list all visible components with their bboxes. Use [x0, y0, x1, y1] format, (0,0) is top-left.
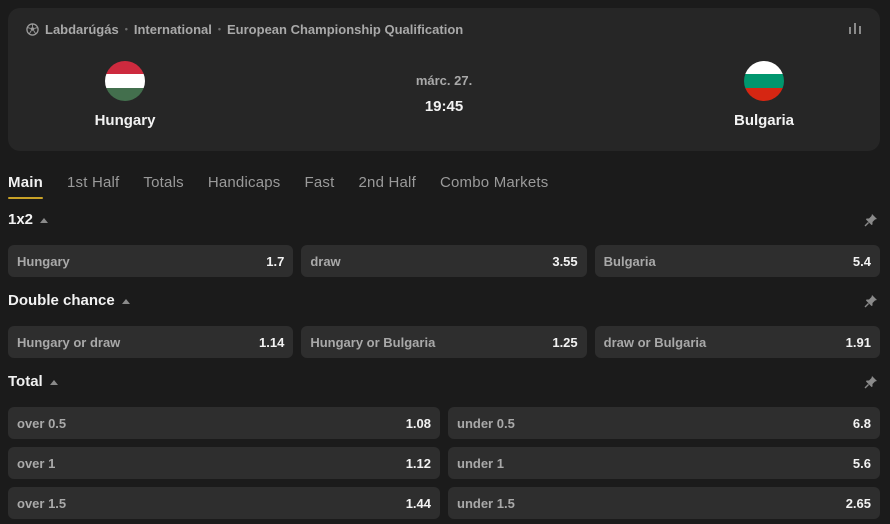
market-title: Double chance [8, 292, 115, 309]
odd-button[interactable]: under 0.5 6.8 [448, 407, 880, 439]
odd-button[interactable]: draw 3.55 [301, 245, 587, 277]
odd-button[interactable]: over 0.5 1.08 [8, 407, 440, 439]
match-datetime: márc. 27. 19:45 [384, 73, 504, 115]
odd-button[interactable]: under 1.5 2.65 [448, 487, 880, 519]
odd-label: under 1.5 [457, 495, 515, 511]
odd-value: 1.7 [266, 253, 285, 269]
odd-value: 1.12 [405, 455, 431, 471]
pin-icon[interactable] [864, 213, 878, 227]
tab-handicaps[interactable]: Handicaps [208, 174, 281, 199]
odd-value: 2.65 [845, 495, 871, 511]
statistics-icon[interactable] [848, 22, 862, 34]
market-title: Total [8, 373, 43, 390]
collapse-caret-icon[interactable] [49, 379, 58, 385]
tab-fast[interactable]: Fast [305, 174, 335, 199]
odds-row-double-chance: Hungary or draw 1.14 Hungary or Bulgaria… [8, 326, 880, 358]
odds-row-total: over 1.5 1.44 under 1.5 2.65 [8, 487, 880, 519]
odd-label: under 0.5 [457, 415, 515, 431]
odd-button[interactable]: over 1.5 1.44 [8, 487, 440, 519]
market-1x2-header[interactable]: 1x2 [8, 211, 49, 228]
hungary-flag-icon [105, 61, 145, 101]
bulgaria-flag-icon [744, 61, 784, 101]
breadcrumb-separator: • [124, 24, 128, 34]
odd-button[interactable]: Bulgaria 5.4 [594, 245, 880, 277]
odd-value: 1.91 [845, 334, 871, 350]
tab-combo-markets[interactable]: Combo Markets [440, 174, 548, 199]
odd-label: draw [310, 253, 341, 269]
odd-label: over 1 [17, 455, 56, 471]
odd-button[interactable]: Hungary or Bulgaria 1.25 [301, 326, 587, 358]
odd-value: 1.44 [405, 495, 431, 511]
away-team: Bulgaria [704, 61, 824, 129]
collapse-caret-icon[interactable] [40, 217, 49, 223]
odd-value: 1.25 [552, 334, 578, 350]
breadcrumb-sport[interactable]: Labdarúgás [45, 22, 119, 37]
odd-label: Hungary or draw [17, 334, 121, 350]
odd-value: 5.6 [852, 455, 871, 471]
odds-row-total: over 0.5 1.08 under 0.5 6.8 [8, 407, 880, 439]
market-title: 1x2 [8, 211, 34, 228]
tab-1st-half[interactable]: 1st Half [67, 174, 119, 199]
away-team-name: Bulgaria [733, 112, 794, 129]
odd-value: 5.4 [852, 253, 871, 269]
collapse-caret-icon[interactable] [121, 298, 130, 304]
tab-main[interactable]: Main [8, 174, 43, 199]
odd-value: 6.8 [852, 415, 871, 431]
odd-button[interactable]: over 1 1.12 [8, 447, 440, 479]
match-date: márc. 27. [415, 73, 473, 88]
odd-label: draw or Bulgaria [603, 334, 707, 350]
odd-label: Hungary [17, 253, 70, 269]
tab-totals[interactable]: Totals [143, 174, 183, 199]
odds-row-1x2: Hungary 1.7 draw 3.55 Bulgaria 5.4 [8, 245, 880, 277]
market-double-chance-header[interactable]: Double chance [8, 292, 130, 309]
odds-row-total: over 1 1.12 under 1 5.6 [8, 447, 880, 479]
odd-label: over 1.5 [17, 495, 67, 511]
match-time: 19:45 [424, 98, 464, 115]
pin-icon[interactable] [864, 294, 878, 308]
breadcrumb-separator: • [217, 24, 222, 34]
breadcrumb: Labdarúgás • International • European Ch… [26, 21, 463, 37]
odd-label: over 0.5 [17, 415, 67, 431]
tab-2nd-half[interactable]: 2nd Half [358, 174, 415, 199]
odd-value: 3.55 [552, 253, 578, 269]
breadcrumb-league[interactable]: European Championship Qualification [227, 22, 463, 37]
odd-button[interactable]: under 1 5.6 [448, 447, 880, 479]
odd-button[interactable]: Hungary 1.7 [8, 245, 294, 277]
pin-icon[interactable] [864, 375, 878, 389]
home-team-name: Hungary [94, 112, 156, 129]
match-header: Labdarúgás • International • European Ch… [8, 8, 880, 151]
market-tabs: Main 1st Half Totals Handicaps Fast 2nd … [8, 174, 548, 199]
odd-value: 1.08 [405, 415, 431, 431]
odd-button[interactable]: draw or Bulgaria 1.91 [594, 326, 880, 358]
odd-label: Bulgaria [603, 253, 656, 269]
odd-button[interactable]: Hungary or draw 1.14 [8, 326, 294, 358]
breadcrumb-country[interactable]: International [134, 22, 212, 37]
home-team: Hungary [65, 61, 185, 129]
odd-label: under 1 [457, 455, 504, 471]
market-total-header[interactable]: Total [8, 373, 58, 390]
odd-value: 1.14 [259, 334, 285, 350]
odd-label: Hungary or Bulgaria [310, 334, 436, 350]
soccer-ball-icon [26, 22, 39, 36]
